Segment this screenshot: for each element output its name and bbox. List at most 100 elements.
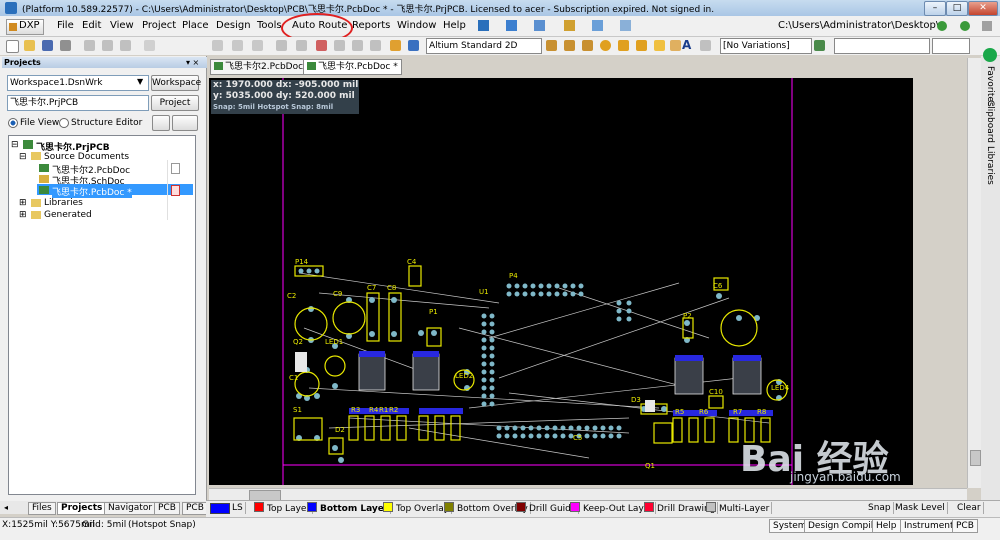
tab-pcb[interactable]: PCB <box>154 502 180 515</box>
track-icon[interactable] <box>506 20 517 31</box>
diff-pair-icon[interactable] <box>564 40 575 51</box>
structure-editor-radio[interactable] <box>59 118 69 128</box>
via-icon[interactable] <box>600 40 611 51</box>
tree-expand-icon[interactable]: ⊞ <box>19 210 27 220</box>
tree-doc-3[interactable]: 飞思卡尔.PcbDoc * <box>52 185 132 198</box>
clear-button[interactable]: Clear <box>955 502 984 514</box>
menu-view[interactable]: View <box>110 20 134 31</box>
tab-scroll-left-icon[interactable]: ◂ <box>4 503 8 512</box>
deselect-icon[interactable] <box>316 40 327 51</box>
doc-tab-1[interactable]: 飞思卡尔2.PcbDoc <box>210 59 308 75</box>
tree-expand-icon[interactable]: ⊟ <box>11 140 19 150</box>
project-button[interactable]: Project <box>151 95 199 111</box>
menu-design[interactable]: Design <box>216 20 251 31</box>
menu-tools[interactable]: Tools <box>257 20 282 31</box>
zoom-select-icon[interactable] <box>120 40 131 51</box>
paste-icon[interactable] <box>252 40 263 51</box>
menu-file[interactable]: File <box>57 20 74 31</box>
dxp-menu[interactable]: DXP <box>6 19 44 35</box>
pcb-canvas[interactable]: P14 C4 P4 C2 C9 C7 C8 U1 P1 LED1 C1 LED2… <box>209 78 913 485</box>
redo-icon[interactable] <box>370 40 381 51</box>
layer-tab-multi-layer[interactable]: Multi-Layer <box>704 502 773 514</box>
align-icon[interactable] <box>534 20 545 31</box>
zoom-icon[interactable] <box>84 40 95 51</box>
workspace-dropdown-icon[interactable]: ▼ <box>137 77 143 86</box>
title-bar: (Platform 10.589.22577) - C:\Users\Admin… <box>0 0 1000 16</box>
tab-files[interactable]: Files <box>28 502 56 515</box>
dimension-icon[interactable] <box>700 40 711 51</box>
snap-button[interactable]: Snap <box>866 502 894 514</box>
nav-back-icon[interactable] <box>937 21 947 31</box>
menu-edit[interactable]: Edit <box>82 20 101 31</box>
side-tab-clipboard[interactable]: Clipboard <box>985 100 995 143</box>
extra-combo-1[interactable] <box>834 38 930 54</box>
interactive-route-icon[interactable] <box>546 40 557 51</box>
undo-icon[interactable] <box>352 40 363 51</box>
tree-generated[interactable]: Generated <box>44 210 92 220</box>
label-c9: C9 <box>333 290 342 298</box>
doc-tab-2[interactable]: 飞思卡尔.PcbDoc * <box>303 59 402 75</box>
tree-expand-icon[interactable]: ⊟ <box>19 152 27 162</box>
string-icon[interactable]: A <box>682 38 691 52</box>
select-icon[interactable] <box>564 20 575 31</box>
layer-tab-bottom-layer[interactable]: Bottom Layer <box>305 502 392 514</box>
fanout-icon[interactable] <box>582 40 593 51</box>
menu-place[interactable]: Place <box>182 20 209 31</box>
tree-libraries[interactable]: Libraries <box>44 198 83 208</box>
view-config-combo[interactable]: Altium Standard 2D <box>426 38 542 54</box>
filter-icon[interactable] <box>144 40 155 51</box>
fill-icon[interactable] <box>654 40 665 51</box>
pencil-icon[interactable] <box>390 40 401 51</box>
open-icon[interactable] <box>24 40 35 51</box>
scroll-thumb[interactable] <box>970 450 981 466</box>
workspace-select[interactable]: Workspace1.DsnWrk <box>7 75 149 91</box>
copy-icon[interactable] <box>232 40 243 51</box>
variations-combo[interactable]: [No Variations] <box>720 38 812 54</box>
project-menu-icon[interactable] <box>172 115 198 131</box>
pad-icon[interactable] <box>618 40 629 51</box>
route-icon[interactable] <box>478 20 489 31</box>
side-tab-libraries[interactable]: Libraries <box>985 146 995 185</box>
tab-navigator[interactable]: Navigator <box>104 502 157 515</box>
tree-expand-icon[interactable]: ⊞ <box>19 198 27 208</box>
menu-window[interactable]: Window <box>397 20 436 31</box>
layer-set-swatch[interactable] <box>210 503 230 514</box>
move-selection-icon[interactable] <box>334 40 345 51</box>
zoom-area-icon[interactable] <box>102 40 113 51</box>
panel-pin-icon[interactable]: ▾ × <box>186 58 199 67</box>
distribute-icon[interactable] <box>592 20 603 31</box>
workspace-button[interactable]: Workspace <box>151 75 201 91</box>
extra-combo-2[interactable] <box>932 38 970 54</box>
layer-set-ls[interactable]: LS <box>230 502 246 514</box>
project-field[interactable]: 飞思卡尔.PrjPCB <box>7 95 149 111</box>
path-field[interactable]: C:\Users\Administrator\Desktop\ <box>778 20 939 31</box>
arc-icon[interactable] <box>636 40 647 51</box>
print-icon[interactable] <box>60 40 71 51</box>
layer-tab-top-layer[interactable]: Top Layer <box>252 502 314 514</box>
minimize-button[interactable]: – <box>924 1 946 16</box>
tree-source-documents[interactable]: Source Documents <box>44 152 129 162</box>
tab-projects[interactable]: Projects <box>57 502 107 515</box>
new-icon[interactable] <box>6 40 19 53</box>
menu-help[interactable]: Help <box>443 20 466 31</box>
project-options-icon[interactable] <box>152 115 170 131</box>
menu-reports[interactable]: Reports <box>352 20 390 31</box>
grid-icon[interactable] <box>620 20 631 31</box>
polygon-icon[interactable] <box>670 40 681 51</box>
home-icon[interactable] <box>982 21 992 31</box>
mask-level-button[interactable]: Mask Level <box>893 502 948 514</box>
variant-icon[interactable] <box>814 40 825 51</box>
status-help-button[interactable]: Help <box>872 519 901 533</box>
file-view-radio[interactable] <box>8 118 18 128</box>
nav-forward-icon[interactable] <box>960 21 970 31</box>
help-icon[interactable] <box>408 40 419 51</box>
move-icon[interactable] <box>276 40 287 51</box>
status-pcb-button[interactable]: PCB <box>952 519 978 533</box>
menu-project[interactable]: Project <box>142 20 176 31</box>
vertical-scrollbar[interactable] <box>967 58 981 488</box>
maximize-button[interactable]: □ <box>946 1 968 16</box>
save-icon[interactable] <box>42 40 53 51</box>
cut-icon[interactable] <box>212 40 223 51</box>
select-area-icon[interactable] <box>296 40 307 51</box>
close-button[interactable]: ✕ <box>968 1 998 16</box>
